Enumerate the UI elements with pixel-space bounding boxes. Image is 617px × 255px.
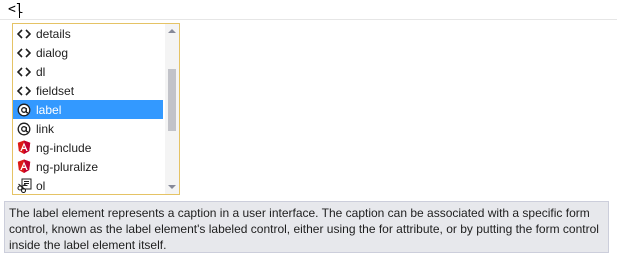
- completion-item-link[interactable]: link: [13, 119, 163, 138]
- element-tag-icon: [16, 26, 32, 42]
- description-tooltip: The label element represents a caption i…: [4, 201, 609, 253]
- element-tag-icon: [16, 83, 32, 99]
- completion-item-label: link: [36, 121, 55, 136]
- angular-icon: [16, 140, 32, 156]
- element-tag-icon: [16, 64, 32, 80]
- text-caret: [19, 3, 20, 18]
- scroll-up-arrow-icon[interactable]: [168, 29, 176, 33]
- angular-icon: [16, 159, 32, 175]
- completion-item-label: dl: [36, 64, 46, 79]
- typed-text: <l: [8, 2, 24, 17]
- completion-item-fieldset[interactable]: fieldset: [13, 81, 163, 100]
- editor-line[interactable]: <l: [0, 0, 617, 20]
- at-sign-icon: [16, 102, 32, 118]
- completion-item-label: fieldset: [36, 83, 75, 98]
- completion-item-details[interactable]: details: [13, 24, 163, 43]
- completion-popup[interactable]: details dialog dl fieldset label link ng…: [12, 23, 180, 195]
- element-tag-icon: [16, 45, 32, 61]
- completion-scrollbar[interactable]: [165, 24, 179, 194]
- completion-item-ng-include[interactable]: ng-include: [13, 138, 163, 157]
- scroll-down-arrow-icon[interactable]: [168, 185, 176, 189]
- completion-item-label: ol: [36, 178, 46, 193]
- completion-list[interactable]: details dialog dl fieldset label link ng…: [13, 24, 165, 194]
- completion-item-label: ng-pluralize: [36, 159, 99, 174]
- tooltip-text: The label element represents a caption i…: [9, 206, 599, 252]
- completion-item-dl[interactable]: dl: [13, 62, 163, 81]
- completion-item-label: details: [36, 26, 71, 41]
- completion-item-ng-pluralize[interactable]: ng-pluralize: [13, 157, 163, 176]
- at-sign-icon: [16, 121, 32, 137]
- completion-item-label: ng-include: [36, 140, 92, 155]
- completion-item-label: dialog: [36, 45, 69, 60]
- completion-item-label-selected[interactable]: label: [13, 100, 163, 119]
- snippet-icon: [16, 178, 32, 194]
- completion-item-dialog[interactable]: dialog: [13, 43, 163, 62]
- scrollbar-thumb[interactable]: [168, 69, 176, 131]
- completion-item-label: label: [36, 102, 62, 117]
- completion-item-ol[interactable]: ol: [13, 176, 163, 194]
